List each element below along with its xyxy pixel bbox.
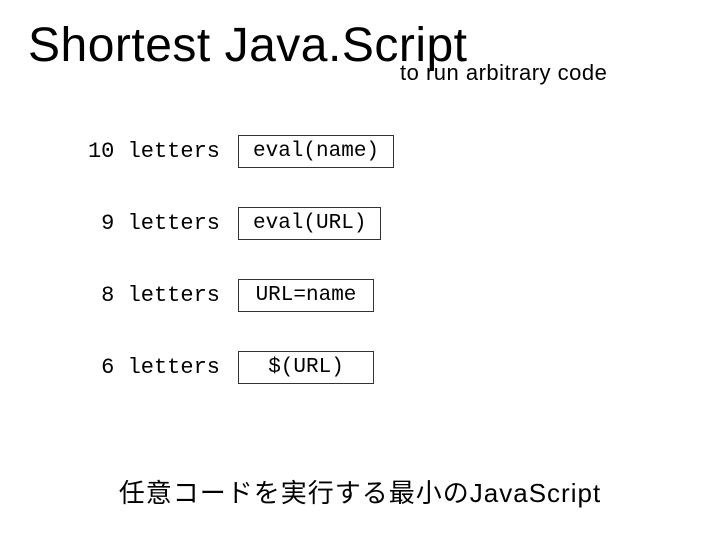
code-box: eval(name)	[238, 135, 394, 168]
code-rows: 10 letters eval(name) 9 letters eval(URL…	[0, 133, 720, 385]
code-box: $(URL)	[238, 351, 374, 384]
subtitle: to run arbitrary code	[400, 60, 607, 86]
title-area: Shortest Java.Script to run arbitrary co…	[0, 0, 720, 73]
footer-text: 任意コードを実行する最小のJavaScript	[0, 473, 720, 510]
row-label: 10 letters	[70, 139, 220, 164]
row-label: 9 letters	[70, 211, 220, 236]
row-label: 6 letters	[70, 355, 220, 380]
code-row: 6 letters $(URL)	[70, 349, 720, 385]
code-row: 10 letters eval(name)	[70, 133, 720, 169]
code-row: 9 letters eval(URL)	[70, 205, 720, 241]
code-box: URL=name	[238, 279, 374, 312]
code-box: eval(URL)	[238, 207, 381, 240]
row-label: 8 letters	[70, 283, 220, 308]
code-row: 8 letters URL=name	[70, 277, 720, 313]
